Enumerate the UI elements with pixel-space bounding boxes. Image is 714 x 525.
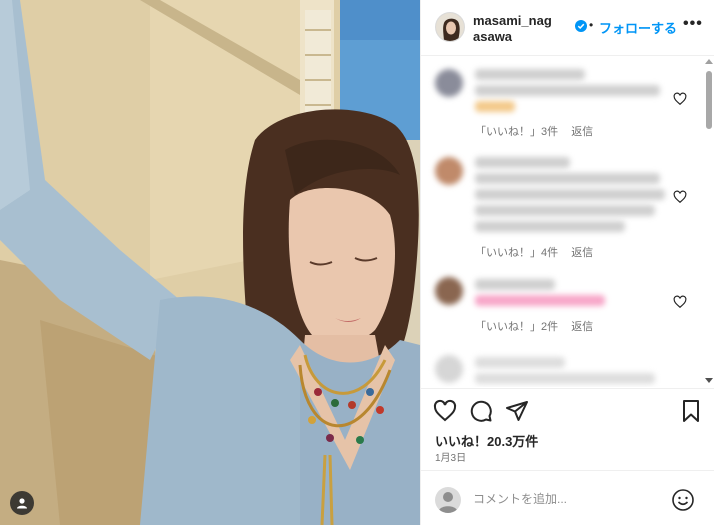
comment-reply-button[interactable]: 返信 — [571, 247, 593, 259]
comment-item — [421, 349, 714, 387]
follow-button[interactable]: フォローする — [599, 18, 677, 37]
post-header: masami_nagasawa • フォローする ••• — [421, 0, 714, 56]
commenter-avatar[interactable] — [435, 69, 463, 97]
more-options-icon[interactable]: ••• — [683, 16, 703, 32]
comment-item: 「いいね！」3件 返信 — [421, 57, 714, 149]
comment-composer — [421, 470, 714, 525]
scroll-up-arrow-icon[interactable] — [705, 59, 713, 64]
comment-emoji-blurred — [475, 101, 515, 112]
likes-count[interactable]: いいね！20.3万件 — [435, 431, 538, 450]
verified-badge-icon — [575, 20, 587, 32]
comment-item: 「いいね！」4件 返信 — [421, 149, 714, 269]
scroll-thumb[interactable] — [706, 71, 712, 129]
comment-likes-count[interactable]: 「いいね！」4件 — [475, 247, 558, 259]
share-icon[interactable] — [505, 399, 529, 423]
comment-meta: 「いいね！」4件 返信 — [475, 244, 603, 260]
comment-icon[interactable] — [469, 399, 493, 423]
comment-like-heart-icon[interactable] — [673, 295, 687, 309]
comment-likes-count[interactable]: 「いいね！」3件 — [475, 126, 558, 138]
comment-emoji-blurred — [475, 295, 605, 306]
header-separator: • — [589, 18, 594, 32]
avatar-image — [436, 13, 464, 41]
commenter-avatar[interactable] — [435, 157, 463, 185]
person-icon — [17, 498, 27, 509]
commenter-name-blurred — [475, 157, 570, 168]
comment-like-heart-icon[interactable] — [673, 92, 687, 106]
comment-text-blurred — [475, 85, 660, 96]
comment-reply-button[interactable]: 返信 — [571, 321, 593, 333]
commenter-name-blurred — [475, 357, 565, 368]
photo-illustration — [0, 0, 420, 525]
tagged-people-button[interactable] — [10, 491, 34, 515]
default-avatar-icon — [438, 492, 458, 513]
comment-item: 「いいね！」2件 返信 — [421, 269, 714, 349]
comment-text-blurred — [475, 173, 660, 184]
emoji-icon[interactable] — [671, 488, 695, 512]
comment-text-blurred — [475, 373, 655, 384]
heart-icon[interactable] — [433, 399, 457, 423]
commenter-name-blurred — [475, 69, 585, 80]
comment-input[interactable] — [473, 488, 663, 510]
post-photo[interactable] — [0, 0, 420, 525]
current-user-avatar — [435, 487, 461, 513]
author-username[interactable]: masami_nagasawa — [473, 13, 557, 45]
post-date: 1月3日 — [435, 453, 467, 464]
bookmark-icon[interactable] — [679, 399, 703, 423]
comment-like-heart-icon[interactable] — [673, 190, 687, 204]
commenter-name-blurred — [475, 279, 555, 290]
comments-list[interactable]: 「いいね！」3件 返信 「いいね！」4件 返信 「いいね！」2件 返信 — [421, 57, 714, 387]
comments-scrollbar[interactable] — [703, 57, 714, 387]
scroll-down-arrow-icon[interactable] — [705, 378, 713, 383]
comment-text-blurred — [475, 205, 655, 216]
commenter-avatar[interactable] — [435, 355, 463, 383]
comment-text-blurred — [475, 189, 665, 200]
comment-reply-button[interactable]: 返信 — [571, 126, 593, 138]
author-avatar[interactable] — [435, 12, 465, 42]
comment-meta: 「いいね！」3件 返信 — [475, 123, 603, 139]
comment-text-blurred — [475, 221, 625, 232]
commenter-avatar[interactable] — [435, 277, 463, 305]
post-side-panel: masami_nagasawa • フォローする ••• 「いいね！」3件 返信 — [420, 0, 714, 525]
comment-likes-count[interactable]: 「いいね！」2件 — [475, 321, 558, 333]
comment-meta: 「いいね！」2件 返信 — [475, 318, 603, 334]
post-actions: いいね！20.3万件 1月3日 — [421, 388, 714, 468]
